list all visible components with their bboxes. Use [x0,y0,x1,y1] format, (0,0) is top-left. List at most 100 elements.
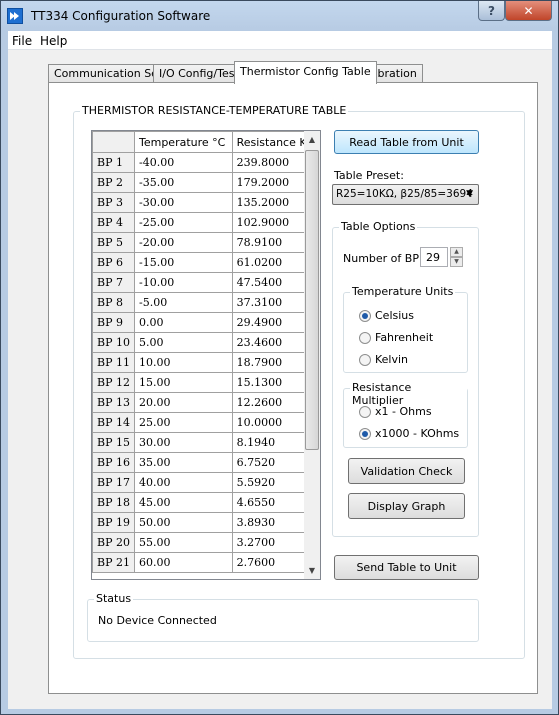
menu-file[interactable]: File [12,34,32,48]
radio-ohms[interactable]: x1 - Ohms [359,405,432,418]
table-row[interactable]: BP 10 5.00 23.4600 [92,332,320,353]
cell-temperature[interactable]: 55.00 [133,532,233,553]
row-header[interactable]: BP 14 [92,412,135,433]
table-row[interactable]: BP 11 10.00 18.7900 [92,352,320,373]
cell-temperature[interactable]: -25.00 [133,212,233,233]
num-bp-input[interactable]: 29 [420,247,448,267]
row-header[interactable]: BP 10 [92,332,135,353]
client-area: Communication Setup I/O Config/Test Ther… [8,50,552,709]
row-header[interactable]: BP 9 [92,312,135,333]
scroll-down-icon[interactable]: ▼ [304,562,320,579]
display-graph-button[interactable]: Display Graph [348,493,465,519]
title-bar[interactable]: TT334 Configuration Software ? ✕ [1,1,558,31]
cell-temperature[interactable]: 35.00 [133,452,233,473]
cell-temperature[interactable]: 20.00 [133,392,233,413]
row-header[interactable]: BP 11 [92,352,135,373]
cell-temperature[interactable]: -5.00 [133,292,233,313]
cell-temperature[interactable]: 40.00 [133,472,233,493]
row-header[interactable]: BP 21 [92,552,135,573]
table-row[interactable]: BP 20 55.00 3.2700 [92,532,320,553]
row-header[interactable]: BP 12 [92,372,135,393]
thermistor-table[interactable]: Temperature °C Resistance KΩ BP 1 -40.00 2… [91,130,321,580]
cell-temperature[interactable]: -20.00 [133,232,233,253]
cell-temperature[interactable]: -15.00 [133,252,233,273]
table-row[interactable]: BP 12 15.00 15.1300 [92,372,320,393]
table-row[interactable]: BP 19 50.00 3.8930 [92,512,320,533]
table-row[interactable]: BP 21 60.00 2.7600 [92,552,320,573]
send-table-button[interactable]: Send Table to Unit [334,555,479,580]
table-row[interactable]: BP 8 -5.00 37.3100 [92,292,320,313]
row-header[interactable]: BP 2 [92,172,135,193]
cell-temperature[interactable]: -10.00 [133,272,233,293]
radio-kohms[interactable]: x1000 - KOhms [359,427,459,440]
table-row[interactable]: BP 16 35.00 6.7520 [92,452,320,473]
radio-kelvin[interactable]: Kelvin [359,353,408,366]
scroll-up-icon[interactable]: ▲ [304,131,320,148]
help-icon[interactable]: ? [478,1,505,21]
radio-ohms-indicator [359,405,371,418]
radio-fahrenheit[interactable]: Fahrenheit [359,331,433,344]
row-header[interactable]: BP 1 [92,152,135,173]
resistance-multiplier-title: Resistance Multiplier [350,381,467,407]
menu-help[interactable]: Help [40,34,67,48]
table-row[interactable]: BP 18 45.00 4.6550 [92,492,320,513]
row-header[interactable]: BP 15 [92,432,135,453]
table-preset-value: R25=10KΩ, β25/85=3694 [336,188,473,200]
table-row[interactable]: BP 2 -35.00 179.2000 [92,172,320,193]
table-row[interactable]: BP 15 30.00 8.1940 [92,432,320,453]
tab-io-config-test[interactable]: I/O Config/Test [153,64,245,83]
table-row[interactable]: BP 13 20.00 12.2600 [92,392,320,413]
row-header[interactable]: BP 13 [92,392,135,413]
cell-temperature[interactable]: 25.00 [133,412,233,433]
row-header[interactable]: BP 8 [92,292,135,313]
table-row[interactable]: BP 5 -20.00 78.9100 [92,232,320,253]
cell-temperature[interactable]: 0.00 [133,312,233,333]
table-row[interactable]: BP 14 25.00 10.0000 [92,412,320,433]
table-row[interactable]: BP 17 40.00 5.5920 [92,472,320,493]
scroll-thumb[interactable] [305,150,319,450]
validation-check-button[interactable]: Validation Check [348,458,465,484]
table-row[interactable]: BP 1 -40.00 239.8000 [92,152,320,173]
cell-temperature[interactable]: -30.00 [133,192,233,213]
row-header[interactable]: BP 17 [92,472,135,493]
row-header[interactable]: BP 18 [92,492,135,513]
table-scrollbar[interactable]: ▲ ▼ [304,130,321,580]
cell-temperature[interactable]: 15.00 [133,372,233,393]
table-row[interactable]: BP 3 -30.00 135.2000 [92,192,320,213]
spin-up-icon[interactable]: ▲ [450,247,463,257]
cell-temperature[interactable]: 45.00 [133,492,233,513]
cell-temperature[interactable]: -35.00 [133,172,233,193]
data-table: Temperature °C Resistance KΩ BP 1 -40.00 2… [92,131,320,573]
window-title: TT334 Configuration Software [31,9,211,23]
close-icon[interactable]: ✕ [505,1,552,21]
read-table-button[interactable]: Read Table from Unit [334,130,479,154]
row-header[interactable]: BP 20 [92,532,135,553]
num-bp-stepper[interactable]: ▲ ▼ [450,247,463,267]
spin-down-icon[interactable]: ▼ [450,257,463,267]
table-preset-select[interactable]: R25=10KΩ, β25/85=3694 ▼ [332,184,479,205]
cell-temperature[interactable]: 10.00 [133,352,233,373]
table-body: BP 1 -40.00 239.8000 BP 2 -35.00 179.2000 BP 3… [92,152,320,573]
radio-kelvin-label: Kelvin [375,353,409,366]
row-header[interactable]: BP 6 [92,252,135,273]
cell-temperature[interactable]: 50.00 [133,512,233,533]
status-groupbox: Status No Device Connected [87,592,479,642]
temperature-units-title: Temperature Units [350,285,456,298]
row-header[interactable]: BP 5 [92,232,135,253]
column-header-temperature[interactable]: Temperature °C [133,131,233,153]
row-header[interactable]: BP 7 [92,272,135,293]
cell-temperature[interactable]: 60.00 [133,552,233,573]
tab-thermistor-config-table[interactable]: Thermistor Config Table [234,61,377,84]
cell-temperature[interactable]: -40.00 [133,152,233,173]
table-row[interactable]: BP 9 0.00 29.4900 [92,312,320,333]
radio-celsius[interactable]: Celsius [359,309,414,322]
row-header[interactable]: BP 19 [92,512,135,533]
table-row[interactable]: BP 6 -15.00 61.0200 [92,252,320,273]
cell-temperature[interactable]: 30.00 [133,432,233,453]
table-row[interactable]: BP 7 -10.00 47.5400 [92,272,320,293]
row-header[interactable]: BP 16 [92,452,135,473]
row-header[interactable]: BP 3 [92,192,135,213]
table-row[interactable]: BP 4 -25.00 102.9000 [92,212,320,233]
cell-temperature[interactable]: 5.00 [133,332,233,353]
row-header[interactable]: BP 4 [92,212,135,233]
